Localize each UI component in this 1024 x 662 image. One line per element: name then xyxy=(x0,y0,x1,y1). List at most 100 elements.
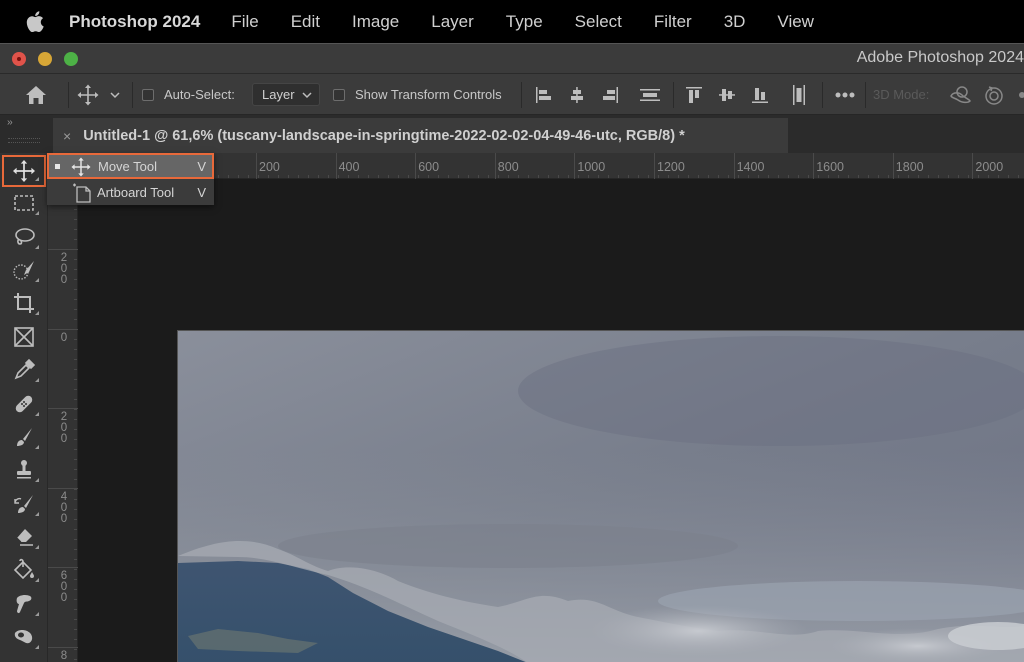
flyout-item-artboard-tool[interactable]: Artboard Tool V xyxy=(47,179,214,205)
align-left-edges-button[interactable] xyxy=(535,74,553,115)
tool-group-indicator xyxy=(35,378,39,382)
collapse-toolbar-button[interactable]: ›› xyxy=(7,117,13,128)
tool-move[interactable] xyxy=(2,155,46,187)
pan-3d-icon xyxy=(1019,91,1024,98)
tool-group-indicator xyxy=(35,578,39,582)
more-options-button[interactable] xyxy=(834,74,856,115)
separator xyxy=(822,82,823,108)
separator xyxy=(132,82,133,108)
tool-brush[interactable] xyxy=(4,421,44,453)
history-brush-icon xyxy=(14,495,33,513)
window-minimize-button[interactable] xyxy=(38,52,52,66)
show-transform-controls-checkbox[interactable] xyxy=(333,88,345,101)
menu-filter[interactable]: Filter xyxy=(654,12,692,32)
tool-rectangular-marquee[interactable] xyxy=(4,187,44,219)
auto-select-dropdown[interactable]: Layer xyxy=(252,83,320,106)
tool-crop[interactable] xyxy=(4,287,44,319)
align-top-edges-button[interactable] xyxy=(685,74,703,115)
tool-group-indicator xyxy=(35,545,39,549)
tool-group-indicator xyxy=(35,445,39,449)
tool-smudge[interactable] xyxy=(4,588,44,620)
document-tab-title: Untitled-1 @ 61,6% (tuscany-landscape-in… xyxy=(83,127,685,144)
document-canvas-image[interactable] xyxy=(177,330,1024,662)
align-horizontal-centers-button[interactable] xyxy=(568,74,586,115)
tool-eyedropper[interactable] xyxy=(4,354,44,386)
tool-frame[interactable] xyxy=(4,321,44,353)
tool-clone-stamp[interactable] xyxy=(4,454,44,486)
ruler-major-tick xyxy=(48,329,78,330)
options-bar: Auto-Select: Layer Show Transform Contro… xyxy=(0,73,1024,115)
ruler-label: 800 xyxy=(497,160,519,174)
document-tab[interactable]: × Untitled-1 @ 61,6% (tuscany-landscape-… xyxy=(53,118,788,153)
tool-lasso[interactable] xyxy=(4,221,44,253)
align-bottom-edges-icon xyxy=(752,87,768,103)
toolbar-drag-handle[interactable] xyxy=(8,138,40,143)
chevron-down-icon xyxy=(110,91,120,98)
ruler-label: 400 xyxy=(338,160,360,174)
roll-3d-button[interactable] xyxy=(983,74,1005,115)
window-close-button[interactable] xyxy=(12,52,26,66)
ruler-label: 1200 xyxy=(657,160,685,174)
tool-preset-picker[interactable] xyxy=(77,74,121,115)
ruler-label: 1800 xyxy=(895,160,924,174)
flyout-item-shortcut: V xyxy=(197,184,206,200)
apple-logo-icon[interactable] xyxy=(25,11,45,33)
orbit-3d-button[interactable] xyxy=(948,74,972,115)
auto-select-checkbox[interactable] xyxy=(142,88,154,101)
ruler-major-tick xyxy=(494,153,496,179)
tool-paint-bucket[interactable] xyxy=(4,554,44,586)
ruler-major-tick xyxy=(48,647,78,648)
distribute-horizontally-button[interactable] xyxy=(639,74,661,115)
window-maximize-button[interactable] xyxy=(64,52,78,66)
flyout-item-label: Move Tool xyxy=(98,158,158,174)
menu-type[interactable]: Type xyxy=(506,12,543,32)
menu-3d[interactable]: 3D xyxy=(724,12,746,32)
tool-dodge[interactable] xyxy=(4,621,44,653)
ruler-major-tick xyxy=(415,153,417,179)
tool-group-indicator xyxy=(35,278,39,282)
tool-group-indicator xyxy=(35,478,39,482)
align-vertical-centers-button[interactable] xyxy=(718,74,736,115)
align-right-edges-button[interactable] xyxy=(601,74,619,115)
ruler-label: 400 xyxy=(60,491,68,525)
brush-icon xyxy=(17,428,32,446)
ruler-label: 1000 xyxy=(577,160,606,174)
tool-history-brush[interactable] xyxy=(4,488,44,520)
dodge-icon xyxy=(14,630,33,644)
align-bottom-edges-button[interactable] xyxy=(751,74,769,115)
marquee-icon xyxy=(14,195,34,211)
macos-menu-bar: Photoshop 2024 File Edit Image Layer Typ… xyxy=(0,0,1024,43)
ruler-label: 0 xyxy=(60,332,68,344)
menu-image[interactable]: Image xyxy=(352,12,399,32)
3d-mode-label: 3D Mode: xyxy=(873,87,930,102)
ruler-major-tick xyxy=(574,153,576,179)
ruler-label: 1400 xyxy=(736,160,765,174)
flyout-item-move-tool[interactable]: Move Tool V xyxy=(47,153,214,179)
pan-3d-button[interactable] xyxy=(1017,74,1024,115)
home-button[interactable] xyxy=(24,74,48,115)
vertical-ruler[interactable]: 200 0 200 400 600 8 xyxy=(48,153,78,662)
tool-spot-healing[interactable] xyxy=(4,388,44,420)
ruler-major-tick xyxy=(654,153,655,179)
document-tab-bar: × Untitled-1 @ 61,6% (tuscany-landscape-… xyxy=(48,115,1024,153)
app-name-menu[interactable]: Photoshop 2024 xyxy=(69,12,200,32)
menu-select[interactable]: Select xyxy=(575,12,622,32)
toolbar-header: ›› xyxy=(0,115,48,153)
pasteboard[interactable] xyxy=(78,179,1024,662)
distribute-vertically-icon xyxy=(793,84,805,105)
tool-eraser[interactable] xyxy=(4,521,44,553)
ruler-label: 200 xyxy=(60,252,68,286)
menu-edit[interactable]: Edit xyxy=(291,12,320,32)
tool-quick-selection[interactable] xyxy=(4,254,44,286)
distribute-vertically-button[interactable] xyxy=(790,74,808,115)
bandage-icon xyxy=(15,395,33,413)
close-document-button[interactable]: × xyxy=(63,128,71,144)
menu-layer[interactable]: Layer xyxy=(431,12,474,32)
flyout-item-shortcut: V xyxy=(197,158,206,174)
quick-selection-icon xyxy=(13,261,34,280)
menu-file[interactable]: File xyxy=(231,12,258,32)
menu-view[interactable]: View xyxy=(777,12,814,32)
ruler-major-tick xyxy=(335,153,337,179)
ruler-label: 200 xyxy=(259,160,280,174)
align-top-edges-icon xyxy=(686,86,702,103)
